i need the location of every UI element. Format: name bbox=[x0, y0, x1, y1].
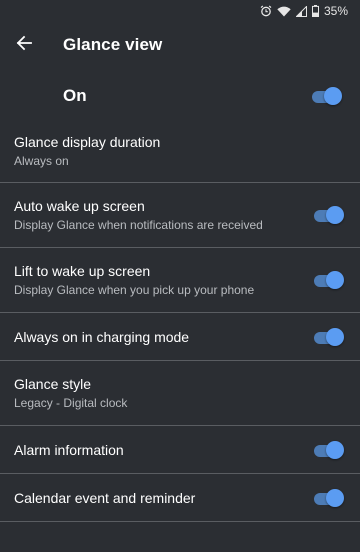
setting-title: Alarm information bbox=[14, 441, 124, 458]
setting-subtitle: Always on bbox=[14, 154, 69, 168]
alarm-information-toggle[interactable] bbox=[314, 440, 344, 460]
charging-mode-toggle[interactable] bbox=[314, 327, 344, 347]
setting-subtitle: Display Glance when notifications are re… bbox=[14, 218, 263, 232]
setting-title: Glance display duration bbox=[14, 134, 161, 150]
signal-icon bbox=[295, 5, 307, 17]
setting-title: Auto wake up screen bbox=[14, 198, 145, 214]
master-toggle[interactable] bbox=[312, 86, 342, 106]
master-switch-label: On bbox=[63, 86, 87, 105]
calendar-event-toggle[interactable] bbox=[314, 488, 344, 508]
status-bar: 35% bbox=[0, 0, 360, 22]
alarm-icon bbox=[260, 5, 272, 17]
master-switch-row[interactable]: On bbox=[0, 68, 360, 124]
setting-display-duration[interactable]: Glance display duration Always on bbox=[0, 120, 360, 183]
battery-percent: 35% bbox=[323, 4, 348, 18]
setting-calendar-event[interactable]: Calendar event and reminder bbox=[0, 474, 360, 522]
back-button[interactable] bbox=[0, 22, 48, 68]
setting-auto-wake[interactable]: Auto wake up screen Display Glance when … bbox=[0, 183, 360, 248]
page-title: Glance view bbox=[63, 35, 163, 54]
toggle-thumb bbox=[326, 440, 344, 459]
setting-title: Calendar event and reminder bbox=[14, 489, 196, 506]
wifi-icon bbox=[277, 6, 291, 17]
setting-subtitle: Display Glance when you pick up your pho… bbox=[14, 283, 255, 297]
toggle-thumb bbox=[326, 271, 344, 289]
setting-subtitle: Legacy - Digital clock bbox=[14, 396, 128, 410]
toggle-thumb bbox=[326, 488, 344, 507]
setting-always-on-charging[interactable]: Always on in charging mode bbox=[0, 313, 360, 361]
setting-title: Always on in charging mode bbox=[14, 328, 190, 345]
battery-icon bbox=[311, 5, 319, 17]
setting-alarm-information[interactable]: Alarm information bbox=[0, 426, 360, 474]
toggle-thumb bbox=[324, 87, 342, 105]
setting-glance-style[interactable]: Glance style Legacy - Digital clock bbox=[0, 361, 360, 426]
toggle-thumb bbox=[326, 327, 344, 346]
lift-to-wake-toggle[interactable] bbox=[314, 270, 344, 290]
arrow-left-icon bbox=[16, 35, 32, 56]
toggle-thumb bbox=[326, 206, 344, 224]
setting-title: Glance style bbox=[14, 376, 92, 392]
setting-lift-to-wake[interactable]: Lift to wake up screen Display Glance wh… bbox=[0, 248, 360, 313]
setting-title: Lift to wake up screen bbox=[14, 263, 151, 279]
app-bar: Glance view bbox=[0, 22, 360, 68]
auto-wake-toggle[interactable] bbox=[314, 205, 344, 225]
settings-list: Glance display duration Always on Auto w… bbox=[0, 120, 360, 522]
